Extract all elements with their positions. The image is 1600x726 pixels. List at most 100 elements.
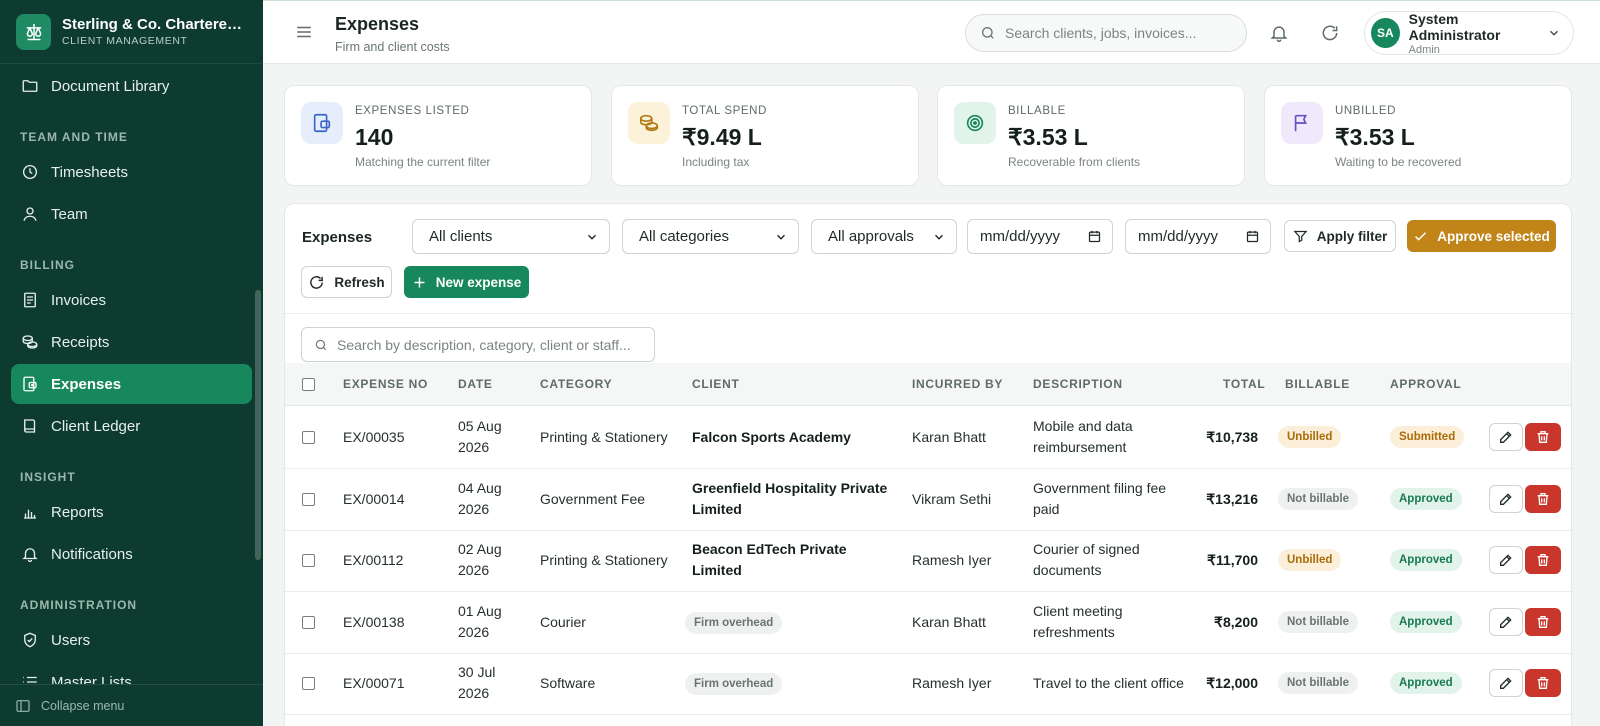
approve-selected-label: Approve selected xyxy=(1437,228,1550,244)
delete-button[interactable] xyxy=(1525,484,1561,513)
stat-card-expenses-listed: EXPENSES LISTED 140 Matching the current… xyxy=(284,85,592,186)
clock-icon xyxy=(21,163,39,181)
client-name-line[interactable]: Beacon EdTech Private xyxy=(692,539,847,560)
table-row[interactable]: EX/00138 01 Aug 2026 Courier Firm overhe… xyxy=(285,592,1571,654)
sidebar-item-client-ledger[interactable]: Client Ledger xyxy=(11,406,252,446)
refresh-icon[interactable] xyxy=(1320,23,1340,48)
client-filter-select[interactable]: All clients xyxy=(412,219,610,254)
table-row[interactable]: EX/00112 02 Aug 2026 Printing & Statione… xyxy=(285,530,1571,592)
delete-button[interactable] xyxy=(1525,607,1561,636)
billable-status-badge: Not billable xyxy=(1278,487,1358,510)
table-row[interactable]: EX/00035 05 Aug 2026 Printing & Statione… xyxy=(285,407,1571,469)
calendar-icon[interactable] xyxy=(1087,229,1102,244)
sidebar-item-invoices[interactable]: Invoices xyxy=(11,280,252,320)
user-role: Admin xyxy=(1408,43,1440,56)
sidebar-item-reports[interactable]: Reports xyxy=(11,492,252,532)
edit-button[interactable] xyxy=(1489,669,1523,697)
column-header[interactable]: INCURRED BY xyxy=(912,377,1003,391)
expense-number[interactable]: EX/00138 xyxy=(343,612,405,633)
refresh-button[interactable]: Refresh xyxy=(301,266,392,298)
expense-number[interactable]: EX/00014 xyxy=(343,489,405,510)
delete-button[interactable] xyxy=(1525,546,1561,574)
search-icon xyxy=(314,338,328,352)
cell-line: 05 Aug xyxy=(458,418,502,434)
edit-button[interactable] xyxy=(1489,607,1523,636)
target-icon xyxy=(954,102,996,144)
stat-value: ₹9.49 L xyxy=(682,124,762,150)
global-search-input[interactable] xyxy=(1005,25,1232,41)
sidebar-item-label: Master Lists xyxy=(51,673,132,685)
brand-subtitle: CLIENT MANAGEMENT xyxy=(62,35,188,47)
column-header[interactable]: CATEGORY xyxy=(540,377,612,391)
client-name-line[interactable]: Limited xyxy=(692,560,847,581)
column-header[interactable]: EXPENSE NO xyxy=(343,377,428,391)
user-menu[interactable]: SA System Administrator Admin xyxy=(1364,10,1574,56)
sidebar-item-users[interactable]: Users xyxy=(11,620,252,660)
edit-button[interactable] xyxy=(1489,484,1523,513)
sidebar-item-timesheets[interactable]: Timesheets xyxy=(11,152,252,192)
global-search[interactable] xyxy=(965,14,1247,52)
sidebar-item-label: Reports xyxy=(51,503,104,521)
sidebar-item-expenses[interactable]: Expenses xyxy=(11,364,252,404)
sidebar-item-master-lists[interactable]: Master Lists xyxy=(11,662,252,684)
table-row[interactable]: EX/00014 04 Aug 2026 Government Fee Gree… xyxy=(285,469,1571,531)
delete-button[interactable] xyxy=(1525,669,1561,697)
date-from-value: mm/dd/yyyy xyxy=(980,228,1061,245)
hamburger-menu-icon[interactable] xyxy=(295,23,313,46)
sidebar-collapse-icon xyxy=(15,698,31,714)
edit-button[interactable] xyxy=(1489,423,1523,451)
notifications-bell-icon[interactable] xyxy=(1269,23,1289,48)
column-header[interactable]: DATE xyxy=(458,377,493,391)
table-search-input[interactable] xyxy=(337,336,642,353)
column-header[interactable]: TOTAL xyxy=(1223,377,1265,391)
expense-number[interactable]: EX/00112 xyxy=(343,550,403,571)
date-to-value: mm/dd/yyyy xyxy=(1138,228,1219,245)
sidebar-item-document-library[interactable]: Document Library xyxy=(11,66,252,106)
avatar: SA xyxy=(1371,18,1400,48)
client-name[interactable]: Falcon Sports Academy xyxy=(692,427,851,448)
sidebar-item-receipts[interactable]: Receipts xyxy=(11,322,252,362)
date-to-input[interactable]: mm/dd/yyyy xyxy=(1125,219,1271,254)
incurred-by: Ramesh Iyer xyxy=(912,675,992,691)
table-search[interactable] xyxy=(301,327,655,362)
sidebar-item-notifications[interactable]: Notifications xyxy=(11,534,252,574)
column-header[interactable]: DESCRIPTION xyxy=(1033,377,1123,391)
table-row[interactable]: EX/00071 30 Jul 2026 Software Firm overh… xyxy=(285,653,1571,715)
shield-icon xyxy=(21,631,39,649)
client-name-line[interactable]: Limited xyxy=(692,499,887,520)
user-name: System Administrator xyxy=(1408,10,1501,43)
cell-line: 2026 xyxy=(458,500,490,517)
cell-line: Courier of signed xyxy=(1033,541,1140,557)
select-all-checkbox[interactable] xyxy=(302,378,315,391)
row-checkbox[interactable] xyxy=(302,615,315,629)
column-header[interactable]: BILLABLE xyxy=(1285,377,1350,391)
stat-value: ₹3.53 L xyxy=(1335,124,1415,150)
firm-overhead-badge: Firm overhead xyxy=(685,611,783,634)
client-name-line[interactable]: Greenfield Hospitality Private xyxy=(692,478,887,499)
calendar-icon[interactable] xyxy=(1245,229,1260,244)
sidebar-scrollbar[interactable] xyxy=(255,290,261,560)
column-header[interactable]: APPROVAL xyxy=(1390,377,1461,391)
approval-filter-select[interactable]: All approvals xyxy=(811,219,957,254)
row-checkbox[interactable] xyxy=(302,554,315,567)
collapse-menu-button[interactable]: Collapse menu xyxy=(0,684,263,726)
category-filter-select[interactable]: All categories xyxy=(622,219,799,254)
trash-icon xyxy=(1535,675,1551,691)
refresh-label: Refresh xyxy=(334,274,385,290)
new-expense-button[interactable]: New expense xyxy=(404,266,529,298)
apply-filter-button[interactable]: Apply filter xyxy=(1284,220,1396,252)
date-from-input[interactable]: mm/dd/yyyy xyxy=(967,219,1113,254)
row-checkbox[interactable] xyxy=(302,431,315,444)
incurred-by: Vikram Sethi xyxy=(912,490,992,507)
expense-number[interactable]: EX/00071 xyxy=(343,673,405,694)
expense-number[interactable]: EX/00035 xyxy=(343,427,405,448)
approve-selected-button[interactable]: Approve selected xyxy=(1407,220,1556,252)
row-checkbox[interactable] xyxy=(302,492,315,506)
sidebar-item-team[interactable]: Team xyxy=(11,194,252,234)
brand[interactable]: Sterling & Co. Chartered Accountants CLI… xyxy=(0,0,263,64)
edit-button[interactable] xyxy=(1489,546,1523,574)
delete-button[interactable] xyxy=(1525,423,1561,451)
row-checkbox[interactable] xyxy=(302,677,315,690)
column-header[interactable]: CLIENT xyxy=(692,377,740,391)
approval-status-badge: Approved xyxy=(1390,672,1462,694)
